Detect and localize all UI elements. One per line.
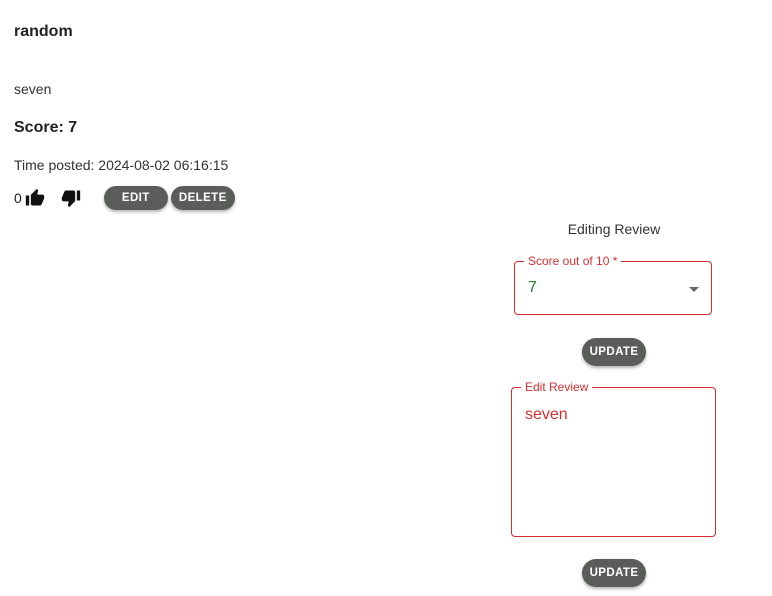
editing-review-heading: Editing Review [567, 221, 661, 237]
review-body: seven [14, 81, 52, 97]
edit-review-value: seven [525, 406, 568, 423]
review-title: random [14, 23, 73, 40]
edit-button[interactable]: EDIT [103, 186, 168, 210]
review-score: Score: 7 [14, 119, 78, 136]
thumb-down-icon[interactable] [60, 187, 82, 209]
arrow-drop-down-icon [689, 287, 699, 292]
score-select-label: Score out of 10 * [524, 254, 622, 268]
like-count: 0 [14, 190, 22, 206]
delete-button[interactable]: DELETE [170, 186, 235, 210]
review-time-posted: Time posted: 2024-08-02 06:16:15 [14, 157, 229, 173]
edit-review-textarea[interactable]: Edit Review seven [511, 380, 716, 537]
update-score-button[interactable]: UPDATE [582, 338, 646, 366]
thumb-up-icon[interactable] [24, 187, 46, 209]
score-select[interactable]: Score out of 10 * 7 [514, 254, 712, 315]
score-select-value: 7 [528, 279, 537, 296]
review-actions: 0 EDIT DELETE [14, 186, 235, 210]
update-review-button[interactable]: UPDATE [582, 559, 646, 587]
review-page: random seven Score: 7 Time posted: 2024-… [0, 0, 772, 596]
edit-review-label: Edit Review [521, 380, 593, 394]
